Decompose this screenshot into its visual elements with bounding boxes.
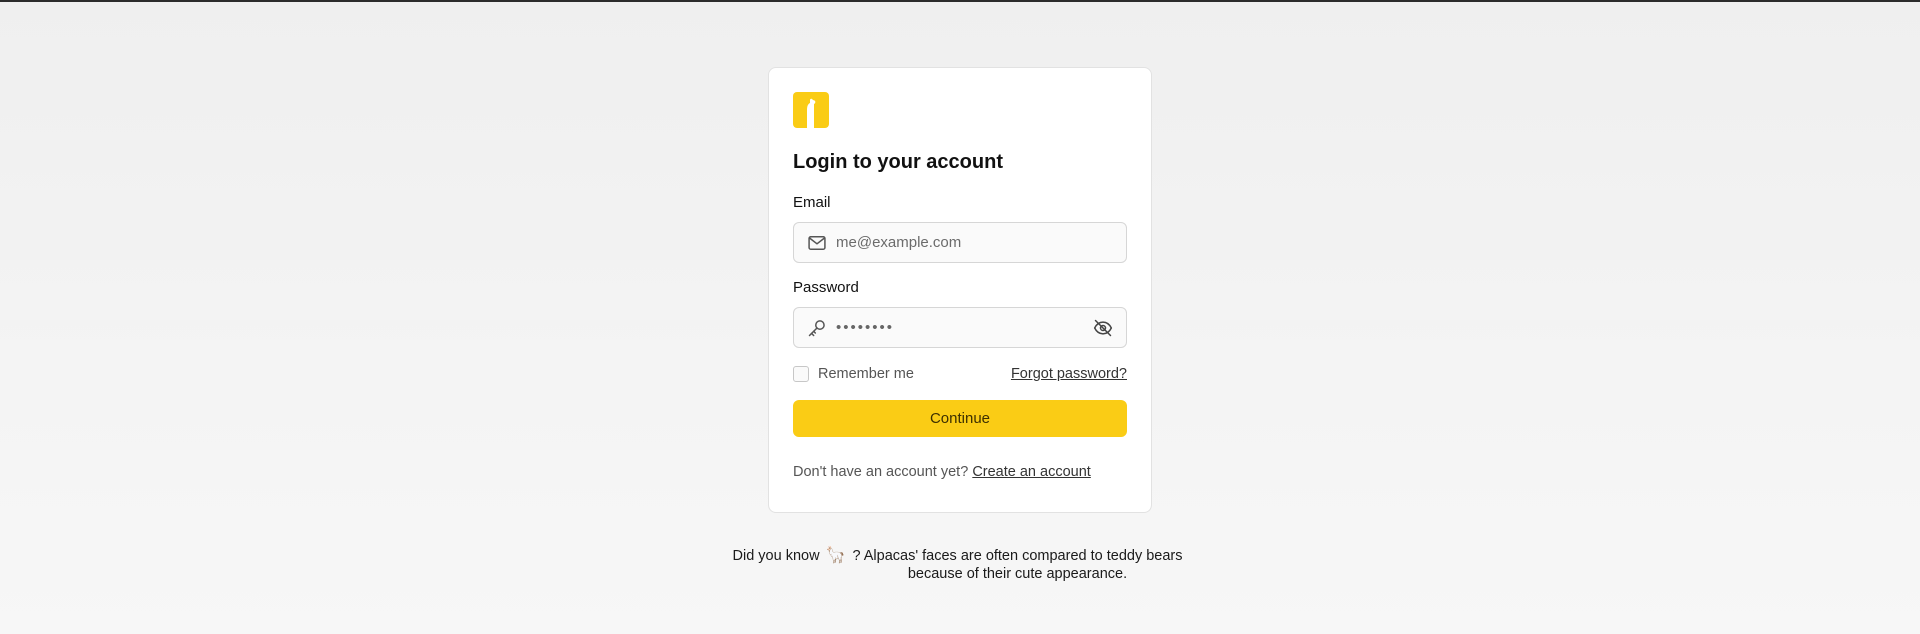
create-account-link[interactable]: Create an account <box>972 464 1091 480</box>
alpaca-emoji-icon: 🦙 <box>825 547 846 564</box>
remember-me-label[interactable]: Remember me <box>818 366 914 382</box>
fun-fact-prefix: Did you know 🦙 <box>733 547 848 583</box>
alpaca-logo-icon <box>793 92 829 128</box>
page-title: Login to your account <box>793 151 1003 173</box>
fun-fact-label: Did you know <box>732 548 820 564</box>
email-input[interactable] <box>836 223 1126 262</box>
login-card: Login to your account Email Password <box>768 67 1152 513</box>
email-label: Email <box>793 194 831 211</box>
password-label: Password <box>793 279 859 296</box>
eye-off-icon[interactable] <box>1092 317 1114 339</box>
password-input[interactable] <box>836 308 1092 347</box>
key-icon <box>807 318 827 338</box>
email-field-wrapper <box>793 222 1127 263</box>
fun-fact: Did you know 🦙 ? Alpacas' faces are ofte… <box>0 547 1920 583</box>
mail-icon <box>807 233 827 253</box>
forgot-password-link[interactable]: Forgot password? <box>1011 366 1127 382</box>
password-field-wrapper <box>793 307 1127 348</box>
continue-button[interactable]: Continue <box>793 400 1127 437</box>
fun-fact-text: ? Alpacas' faces are often compared to t… <box>852 548 1183 582</box>
options-row: Remember me Forgot password? <box>793 364 1127 384</box>
remember-me-checkbox[interactable] <box>793 366 809 382</box>
signup-prompt-text: Don't have an account yet? <box>793 464 969 480</box>
remember-me: Remember me <box>793 366 914 382</box>
signup-prompt: Don't have an account yet? Create an acc… <box>793 463 1127 481</box>
